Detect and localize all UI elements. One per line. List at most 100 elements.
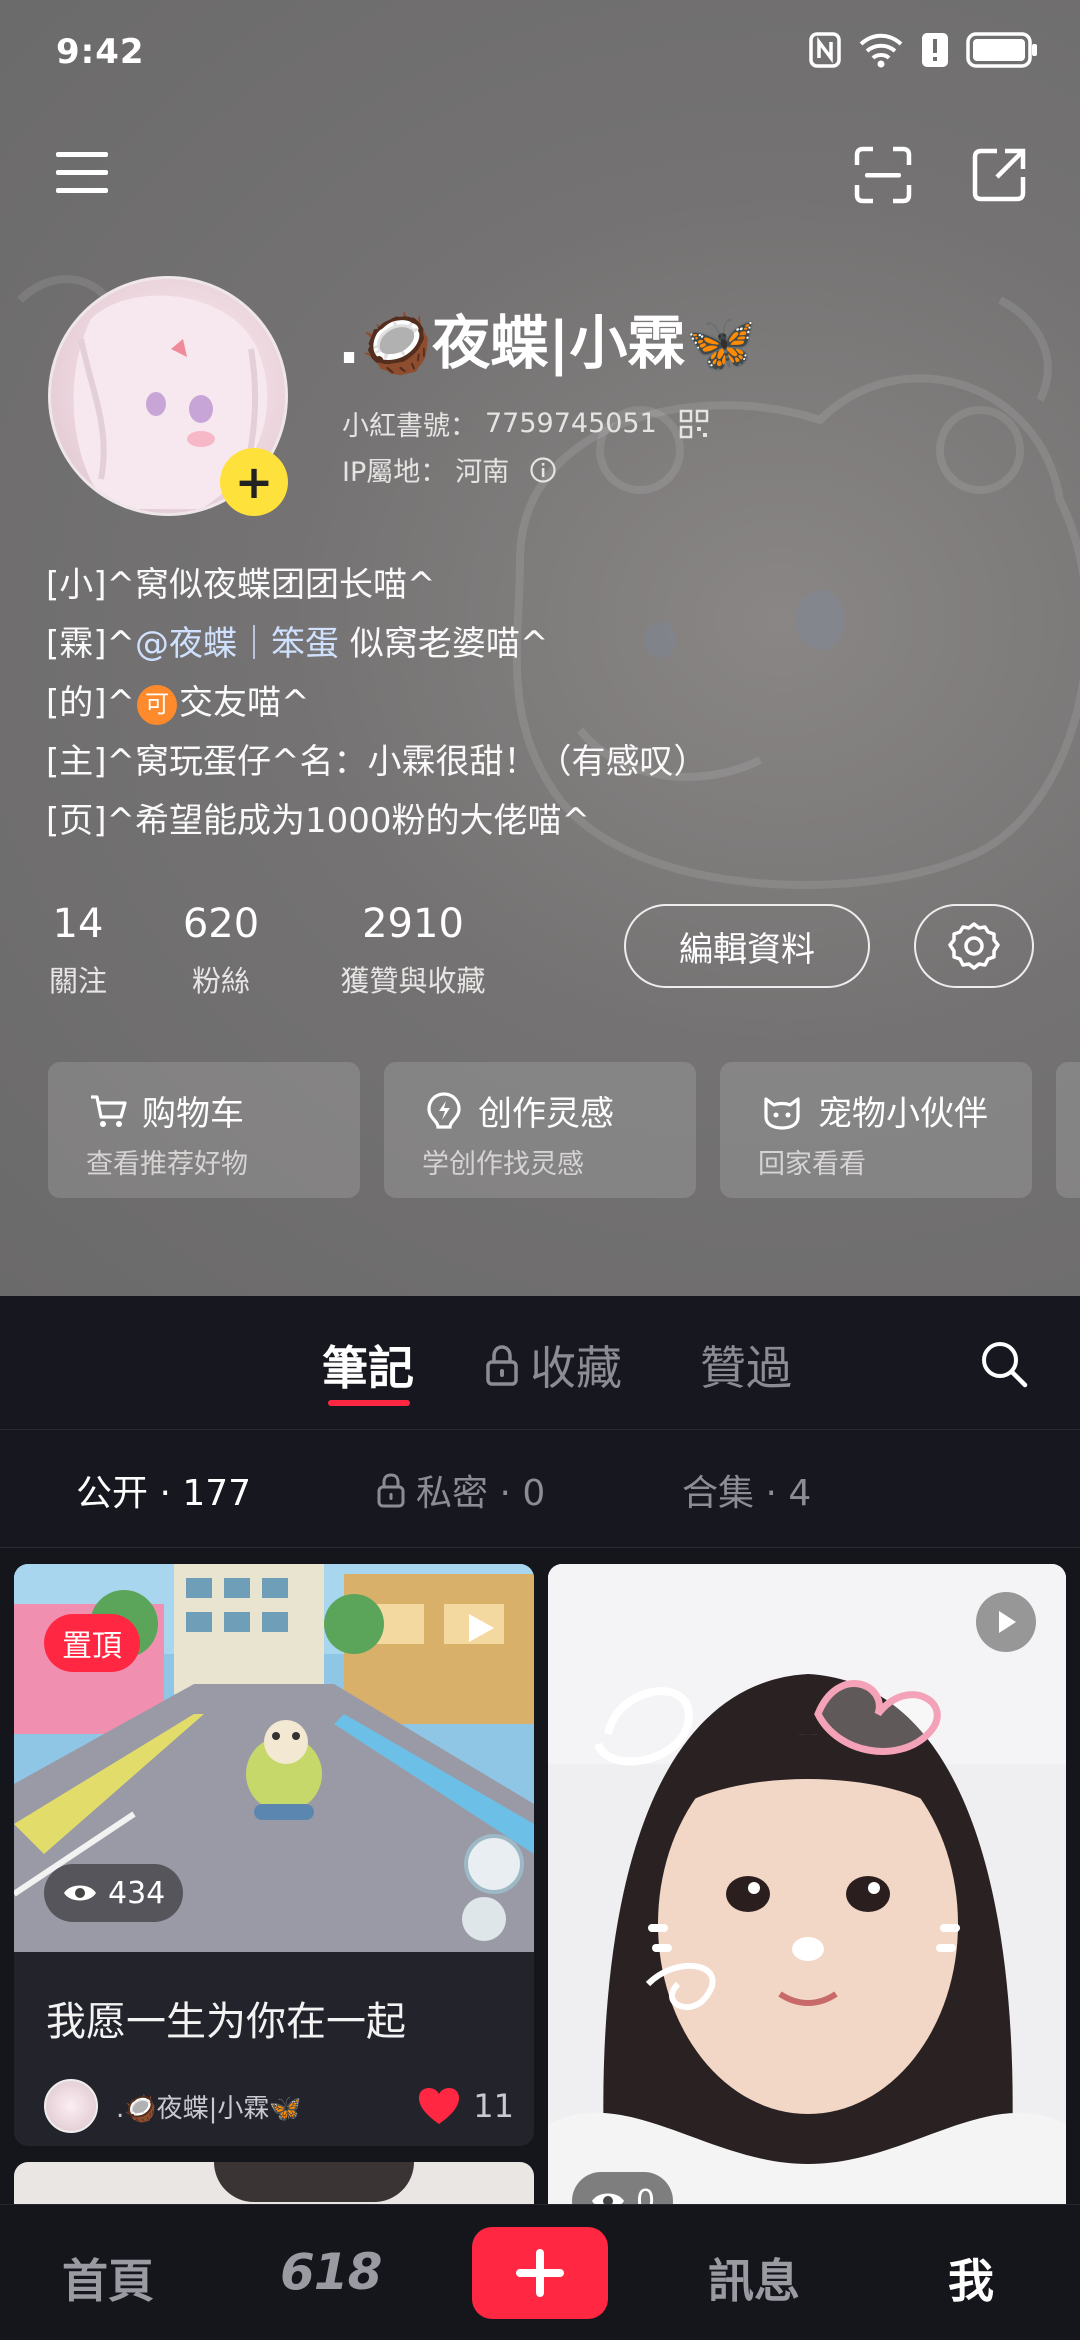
gear-icon: [948, 922, 1000, 970]
stat-following-count: 14: [52, 901, 104, 947]
card-inspiration[interactable]: 创作灵感 学创作找灵感: [384, 1062, 696, 1198]
stat-followers-label: 粉絲: [191, 964, 250, 998]
info-icon[interactable]: [529, 456, 557, 484]
ip-location: 河南: [455, 457, 510, 488]
status-bar: 9:42: [0, 0, 1080, 110]
stat-followers-count: 620: [182, 901, 260, 947]
tab-collections-label: 收藏: [530, 1341, 622, 1395]
stat-likes-collects-label: 獲贊與收藏: [340, 964, 486, 998]
status-icons: [808, 30, 1040, 70]
ip-label: IP屬地：: [342, 457, 448, 488]
note-card[interactable]: [14, 2162, 534, 2204]
cart-icon: [91, 1094, 127, 1127]
lightbulb-icon: [427, 1091, 461, 1129]
subtab-albums[interactable]: 合集 · 4: [682, 1464, 811, 1516]
bio-line-3-prefix: [的]^: [46, 683, 136, 723]
card-next-partial[interactable]: [1056, 1062, 1080, 1198]
add-note-button[interactable]: [472, 2227, 608, 2319]
bio: [小]^窝似夜蝶团团长喵^ [霖]^@夜蝶｜笨蛋 似窝老婆喵^ [的]^ 可交友喵…: [46, 556, 1046, 851]
view-count: 0: [572, 2172, 674, 2205]
stat-followers[interactable]: 620 粉絲: [178, 900, 264, 1000]
top-bar: [0, 130, 1080, 210]
tab-collections[interactable]: 收藏: [484, 1332, 622, 1398]
bio-line-2-suffix: 似窝老婆喵^: [339, 624, 549, 664]
ke-badge-icon: 可: [137, 684, 178, 725]
clock: 9:42: [56, 32, 145, 72]
note-cover-image: [214, 2162, 414, 2202]
add-avatar-button[interactable]: +: [220, 448, 288, 516]
settings-button[interactable]: [914, 904, 1034, 988]
alert-icon: [922, 33, 948, 67]
bio-line-3: [的]^ 可交友喵^: [46, 674, 1046, 733]
tab-likes[interactable]: 贊過: [700, 1332, 792, 1398]
scan-icon[interactable]: [850, 142, 916, 208]
redbook-id-row: 小紅書號： 7759745051: [342, 404, 709, 443]
redbook-id: 7759745051: [485, 408, 657, 439]
nav-me[interactable]: 我: [948, 2245, 994, 2311]
card-cart-title: 购物车: [142, 1094, 244, 1134]
battery-icon: [966, 32, 1037, 68]
eye-icon: [64, 1885, 96, 1901]
tab-active-indicator: [328, 1400, 410, 1406]
subtab-private[interactable]: 私密 · 0: [376, 1464, 545, 1516]
view-count-value: 0: [636, 2183, 656, 2205]
view-count-value: 434: [108, 1875, 166, 1911]
nfc-icon: [809, 32, 841, 68]
cat-icon: [764, 1096, 800, 1130]
nav-home[interactable]: 首頁: [62, 2245, 154, 2311]
qrcode-icon[interactable]: [679, 409, 709, 439]
bio-line-5: [页]^希望能成为1000粉的大佬喵^: [46, 801, 591, 841]
share-icon[interactable]: [966, 142, 1032, 208]
stat-likes-collects[interactable]: 2910 獲贊與收藏: [330, 900, 496, 1000]
note-title: 我愿一生为你在一起: [46, 1999, 406, 2045]
view-count: 434: [44, 1864, 184, 1922]
author-name[interactable]: .🥥夜蝶|小霖🦋: [116, 2088, 302, 2125]
heart-icon: [419, 2088, 460, 2124]
nickname: .🥥夜蝶|小霖🦋: [338, 309, 758, 377]
like-count: 11: [473, 2087, 514, 2125]
card-inspiration-subtitle: 学创作找灵感: [422, 1149, 584, 1180]
subtab-public[interactable]: 公开 · 177: [76, 1464, 251, 1516]
card-cart[interactable]: 购物车 查看推荐好物: [48, 1062, 360, 1198]
bottom-nav: 首頁 618 訊息 我: [0, 2204, 1080, 2340]
card-pet-title: 宠物小伙伴: [818, 1094, 988, 1134]
note-cover-image: [548, 1564, 1066, 2204]
search-icon[interactable]: [976, 1336, 1032, 1392]
bio-line-3-suffix: 交友喵^: [179, 683, 310, 723]
note-card[interactable]: 置頂 434 我愿一生为你在一起 .🥥夜蝶|小霖🦋 11: [14, 1564, 534, 2146]
mention-link[interactable]: @夜蝶｜笨蛋: [135, 624, 339, 664]
plus-icon: [516, 2249, 564, 2297]
note-card[interactable]: 0: [548, 1564, 1066, 2204]
like-button[interactable]: 11: [417, 2086, 514, 2126]
edit-profile-button[interactable]: 編輯資料: [624, 904, 870, 988]
lock-icon: [486, 1345, 518, 1386]
bio-line-1: [小]^窝似夜蝶团团长喵^: [46, 565, 436, 605]
menu-icon[interactable]: [50, 140, 114, 204]
tab-notes[interactable]: 筆記: [322, 1332, 414, 1398]
card-cart-subtitle: 查看推荐好物: [86, 1149, 248, 1180]
author-avatar[interactable]: [44, 2079, 98, 2133]
stat-following-label: 關注: [48, 964, 107, 998]
note-author-row: .🥥夜蝶|小霖🦋 11: [44, 2076, 514, 2136]
note-filter-tabs: 公开 · 177 私密 · 0 合集 · 4: [0, 1430, 1080, 1548]
nav-618[interactable]: 618: [280, 2243, 382, 2301]
card-inspiration-title: 创作灵感: [478, 1094, 614, 1134]
content-tabs: 筆記 收藏 贊過: [0, 1296, 1080, 1430]
redbook-id-label: 小紅書號：: [342, 411, 477, 442]
profile-header: 9:42 + .🥥夜蝶|小霖🦋 小紅書號： 7759745051 IP屬地： 河…: [0, 0, 1080, 1296]
card-pet[interactable]: 宠物小伙伴 回家看看: [720, 1062, 1032, 1198]
stat-following[interactable]: 14 關注: [46, 900, 110, 1000]
lock-icon: [377, 1473, 405, 1508]
ip-row: IP屬地： 河南: [342, 450, 557, 489]
pinned-badge: 置頂: [44, 1614, 140, 1672]
subtab-private-label: 私密 · 0: [416, 1473, 546, 1514]
nav-messages[interactable]: 訊息: [708, 2245, 800, 2311]
wifi-icon: [859, 33, 903, 68]
card-pet-subtitle: 回家看看: [758, 1149, 866, 1180]
eye-icon: [592, 2193, 624, 2204]
bio-line-2-prefix: [霖]^: [46, 624, 136, 664]
notes-grid: 置頂 434 我愿一生为你在一起 .🥥夜蝶|小霖🦋 11 0: [0, 1548, 1080, 2204]
stat-likes-collects-count: 2910: [362, 901, 464, 947]
bio-line-2: [霖]^@夜蝶｜笨蛋 似窝老婆喵^: [46, 615, 1046, 674]
bio-line-4: [主]^窝玩蛋仔^名：小霖很甜！（有感叹）: [46, 742, 708, 782]
